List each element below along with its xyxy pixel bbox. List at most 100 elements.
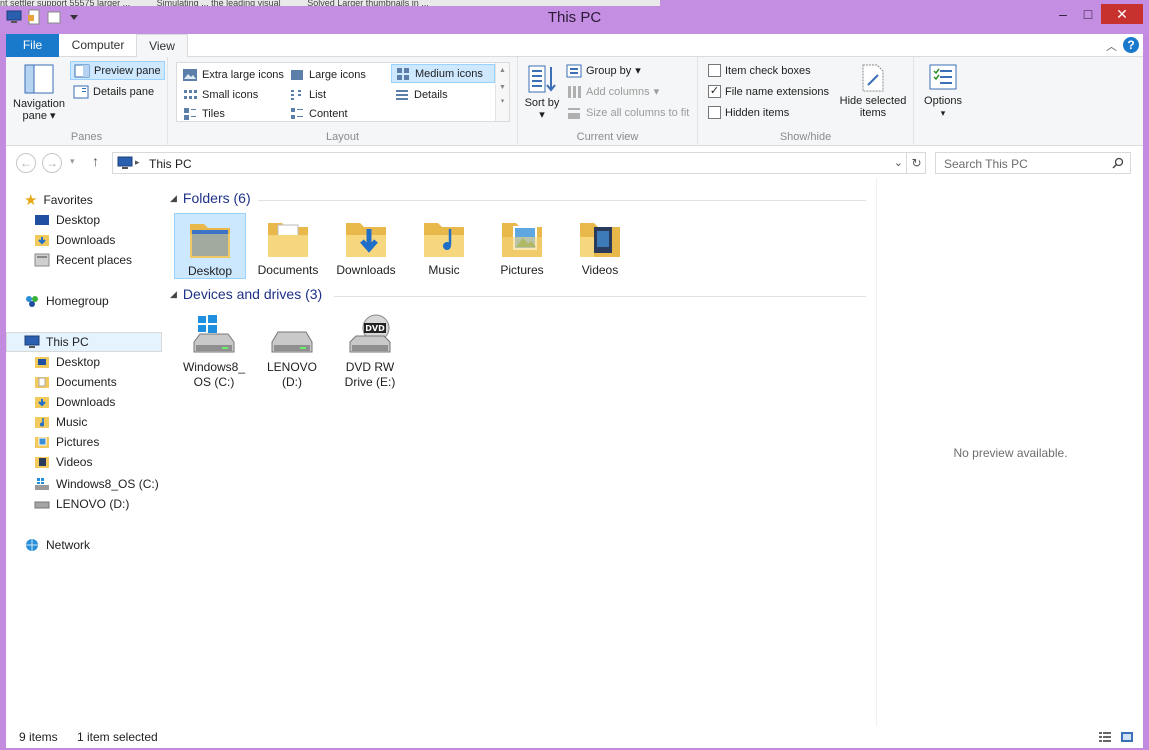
breadcrumb-this-pc[interactable]: This PC — [149, 157, 192, 171]
drive-c[interactable]: Windows8_ OS (C:) — [178, 312, 250, 390]
drive-d[interactable]: LENOVO (D:) — [256, 312, 328, 390]
large-icons-option[interactable]: Large icons — [289, 65, 366, 84]
file-name-extensions-checkbox[interactable]: ✓ — [708, 85, 721, 98]
downloads-folder-icon — [346, 223, 386, 257]
drive-e[interactable]: DVD DVD RW Drive (E:) — [334, 312, 406, 390]
nav-favorites[interactable]: ★ Favorites — [6, 190, 162, 210]
up-arrow-icon[interactable]: ↑ — [92, 153, 99, 169]
group-by-label: Group by — [586, 64, 632, 77]
tiles-option[interactable]: Tiles — [182, 104, 225, 123]
add-columns-button[interactable]: Add columns ▾ — [566, 82, 659, 101]
nav-fav-recent-places[interactable]: Recent places — [6, 250, 162, 270]
list-option[interactable]: List — [289, 85, 326, 104]
options-button[interactable]: Options ▾ — [918, 63, 968, 119]
breadcrumb-separator-icon[interactable]: ▸ — [135, 157, 140, 168]
folder-videos[interactable]: Videos — [564, 213, 636, 279]
hidden-items-checkbox[interactable] — [708, 106, 721, 119]
sort-by-button[interactable]: Sort by ▾ — [524, 63, 560, 121]
large-icons-label: Large icons — [309, 68, 366, 81]
large-icons-view-icon[interactable] — [1120, 730, 1134, 744]
small-icons-option[interactable]: Small icons — [182, 85, 258, 104]
search-icon[interactable] — [1112, 157, 1124, 169]
medium-icons-option[interactable]: Medium icons — [391, 64, 495, 83]
details-pane-button[interactable]: Details pane — [73, 82, 154, 101]
tab-file[interactable]: File — [6, 34, 59, 57]
item-check-boxes-checkbox[interactable] — [708, 64, 721, 77]
collapse-icon[interactable]: ◢ — [170, 289, 177, 300]
title-bar[interactable]: nt settler support 55575 larger ... Simu… — [0, 0, 1149, 34]
close-button[interactable]: ✕ — [1101, 4, 1143, 24]
nav-network[interactable]: Network — [6, 535, 162, 555]
content-area: ★ Favorites Desktop Downloads Recent pla… — [6, 178, 1143, 726]
nav-pc-pictures[interactable]: Pictures — [6, 432, 162, 452]
nav-pc-downloads-label: Downloads — [56, 395, 116, 409]
folder-music[interactable]: Music — [408, 213, 480, 279]
nav-pc-drive-d[interactable]: LENOVO (D:) — [6, 494, 162, 514]
star-icon: ★ — [24, 192, 38, 209]
nav-network-label: Network — [46, 538, 91, 552]
navigation-pane-label: Navigation pane — [13, 98, 65, 122]
nav-homegroup[interactable]: Homegroup — [6, 291, 162, 311]
background-tab-text: Simulating ... the leading visual — [156, 0, 281, 6]
desktop-folder-icon — [190, 224, 230, 258]
tab-computer[interactable]: Computer — [61, 34, 135, 57]
content-option[interactable]: Content — [289, 104, 348, 123]
details-option[interactable]: Details — [394, 85, 448, 104]
nav-this-pc[interactable]: This PC — [6, 332, 162, 352]
preview-pane-button[interactable]: Preview pane — [70, 61, 165, 80]
address-dropdown-icon[interactable]: ⌄ — [894, 156, 903, 169]
folder-desktop[interactable]: Desktop — [174, 213, 246, 279]
hidden-items-toggle[interactable]: Hidden items — [708, 103, 789, 122]
size-all-columns-button[interactable]: Size all columns to fit — [566, 103, 689, 122]
small-icons-icon — [184, 89, 197, 99]
back-button[interactable]: ← — [16, 153, 36, 173]
address-bar[interactable]: ▸ This PC ⌄ ↻ — [112, 152, 926, 174]
layout-gallery-scroll[interactable]: ▲ ▼ ▾ — [495, 63, 509, 121]
tiles-icon — [184, 107, 196, 120]
nav-fav-downloads[interactable]: Downloads — [6, 230, 162, 250]
extra-large-icons-option[interactable]: Extra large icons — [182, 65, 284, 84]
folder-documents[interactable]: Documents — [252, 213, 324, 279]
nav-fav-desktop[interactable]: Desktop — [6, 210, 162, 230]
file-name-extensions-toggle[interactable]: ✓ File name extensions — [708, 82, 829, 101]
network-icon — [26, 539, 38, 551]
nav-pc-downloads[interactable]: Downloads — [6, 392, 162, 412]
status-bar: 9 items 1 item selected — [6, 726, 1143, 748]
ribbon-tabs: File Computer View ︿ ? — [6, 34, 1143, 58]
maximize-button[interactable]: □ — [1076, 4, 1100, 24]
tab-view[interactable]: View — [136, 34, 188, 58]
forward-button[interactable]: → — [42, 153, 62, 173]
refresh-icon[interactable]: ↻ — [906, 153, 926, 173]
devices-header-label: Devices and drives (3) — [182, 286, 323, 302]
search-input[interactable]: Search This PC — [944, 157, 1028, 171]
navigation-pane-button[interactable]: Navigation pane ▾ — [8, 63, 70, 122]
item-check-boxes-toggle[interactable]: Item check boxes — [708, 61, 811, 80]
hide-selected-items-button[interactable]: Hide selected items — [838, 63, 908, 119]
nav-pc-drive-c[interactable]: Windows8_OS (C:) — [6, 474, 162, 494]
help-button[interactable]: ? — [1123, 37, 1139, 53]
search-box[interactable]: Search This PC — [935, 152, 1131, 174]
details-view-icon[interactable] — [1098, 730, 1112, 744]
folder-downloads[interactable]: Downloads — [330, 213, 402, 279]
videos-folder-icon — [580, 223, 620, 257]
nav-fav-downloads-label: Downloads — [56, 233, 116, 247]
nav-pc-videos[interactable]: Videos — [6, 452, 162, 472]
collapse-icon[interactable]: ◢ — [170, 193, 177, 204]
minimize-button[interactable]: – — [1050, 4, 1076, 24]
group-by-button[interactable]: Group by ▾ — [566, 61, 641, 80]
show-hide-group-label: Show/hide — [779, 131, 832, 143]
minimize-ribbon-icon[interactable]: ︿ — [1106, 38, 1117, 54]
nav-pc-documents[interactable]: Documents — [6, 372, 162, 392]
nav-pc-music-label: Music — [56, 415, 88, 429]
nav-pc-desktop[interactable]: Desktop — [6, 352, 162, 372]
drive-icon — [271, 331, 313, 353]
content-icon — [291, 107, 303, 119]
folder-pictures[interactable]: Pictures — [486, 213, 558, 279]
recent-locations-icon[interactable]: ▾ — [70, 156, 75, 167]
panes-group-label: Panes — [70, 131, 103, 143]
nav-pc-music[interactable]: Music — [6, 412, 162, 432]
folder-downloads-label: Downloads — [336, 263, 396, 277]
devices-group-header[interactable]: ◢ Devices and drives (3) — [170, 286, 322, 302]
folders-group-header[interactable]: ◢ Folders (6) — [170, 190, 251, 206]
folder-desktop-label: Desktop — [187, 264, 233, 278]
